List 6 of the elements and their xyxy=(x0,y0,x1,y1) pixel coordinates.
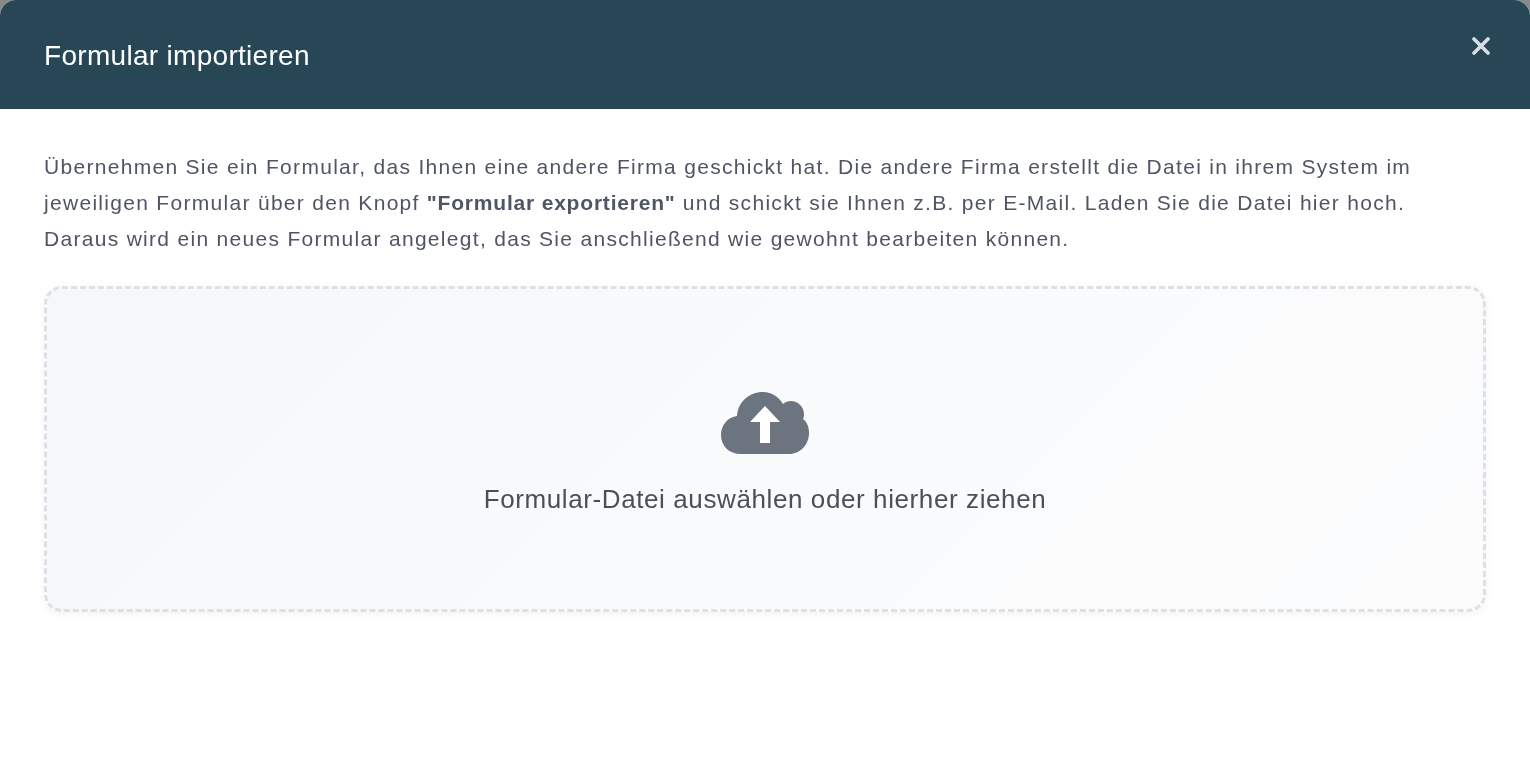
description-text: Übernehmen Sie ein Formular, das Ihnen eine andere Firma geschickt hat. Die andere Firma erstellt die Datei in ihrem System im jeweiligen Formular über den Knopf "Formular exportieren" und schickt sie Ihnen z.B. per E-Mail. Laden Sie die Datei hier hoch. Daraus wird ein neues Formular angelegt, das Sie anschließend wie gewohnt bearbeiten können. xyxy=(44,154,1413,252)
close-button[interactable] xyxy=(1470,34,1492,57)
close-icon xyxy=(1472,36,1490,55)
cloud-upload-icon xyxy=(721,391,809,454)
file-dropzone[interactable]: Formular-Datei auswählen oder hierher ziehen xyxy=(44,286,1486,612)
dialog-title: Formular importieren xyxy=(44,38,310,72)
